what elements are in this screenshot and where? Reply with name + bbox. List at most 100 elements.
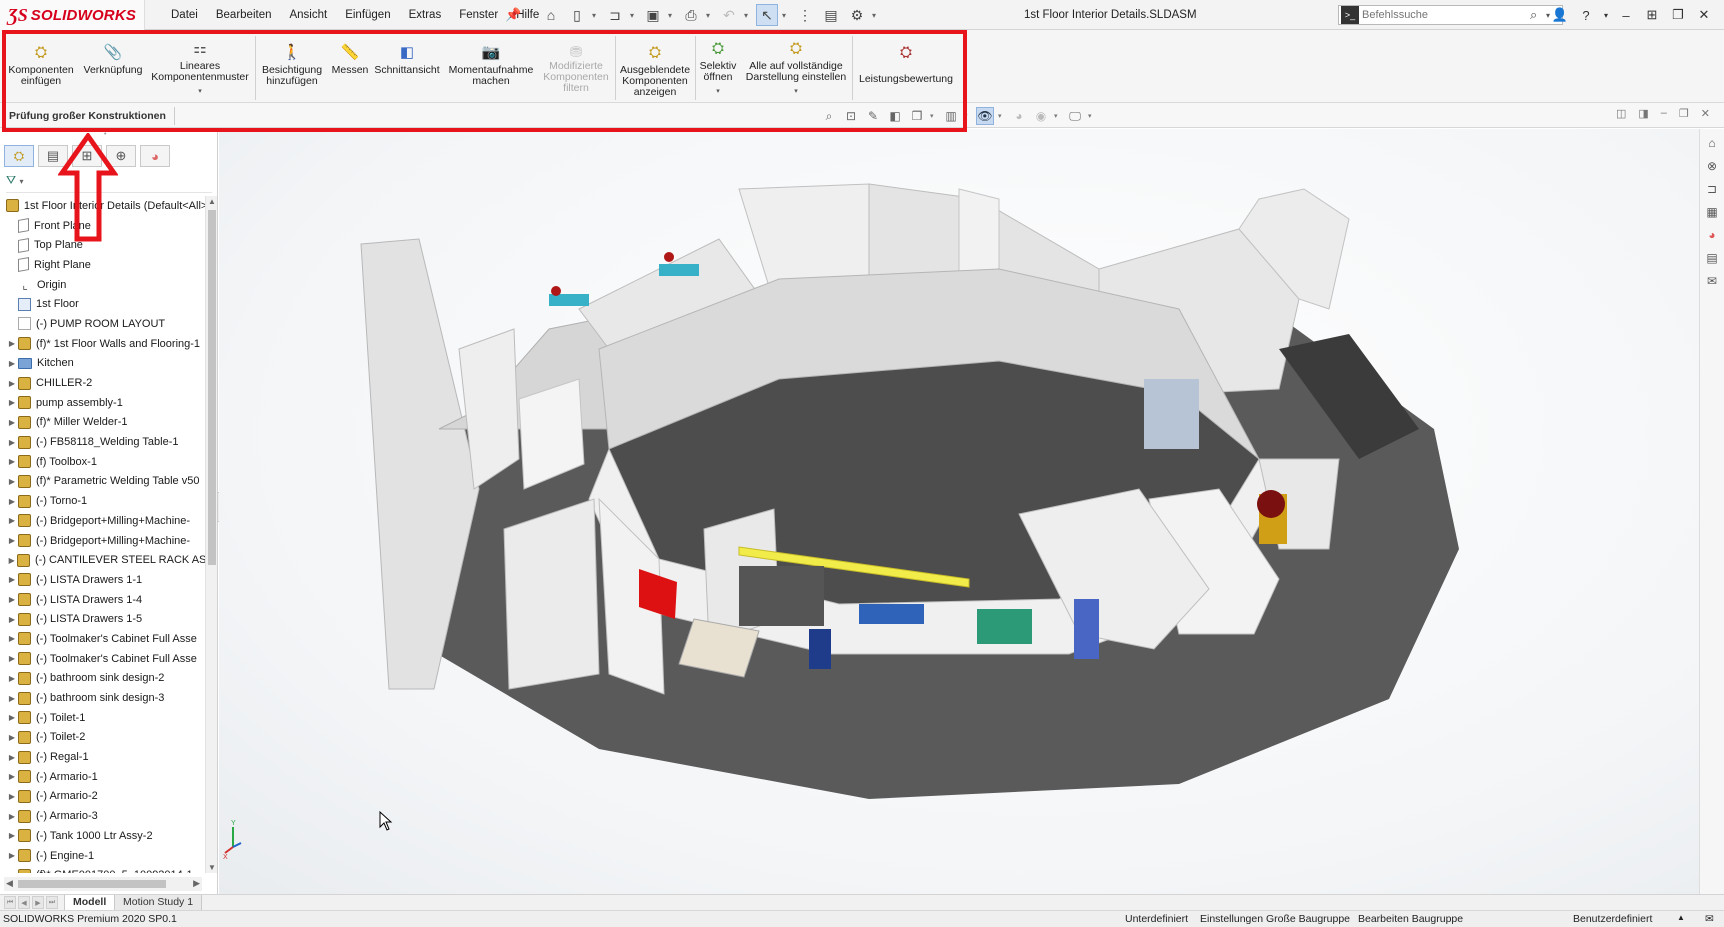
undo-icon[interactable]: ↶ (718, 4, 740, 26)
restore-icon[interactable]: ❐ (1668, 5, 1688, 25)
chevron-down-icon[interactable]: ▾ (1054, 112, 1062, 120)
expand-arrow-icon[interactable]: ▶ (6, 674, 18, 683)
hide-show-items-icon[interactable]: 👁 (976, 107, 994, 125)
close-icon[interactable]: ✕ (1701, 107, 1710, 120)
tree-item[interactable]: ▶ (f)* Miller Welder-1 (0, 413, 206, 433)
expand-arrow-icon[interactable]: ▶ (6, 772, 18, 781)
status-units[interactable]: Benutzerdefiniert (1573, 913, 1652, 925)
tree-item[interactable]: ▶ (-) Toilet-2 (0, 728, 206, 748)
appearances-icon[interactable]: ◕ (1703, 226, 1721, 244)
traffic-light-icon[interactable]: ⋮ (794, 4, 816, 26)
feature-manager-tree-icon[interactable]: ⛭ (4, 145, 34, 167)
edit-appearance-icon[interactable]: ◕ (1010, 107, 1028, 125)
tree-item[interactable]: Right Plane (0, 255, 206, 275)
chevron-down-icon[interactable]: ▾ (782, 11, 790, 20)
expand-arrow-icon[interactable]: ▶ (6, 497, 18, 506)
logo-area[interactable]: ƷS SOLIDWORKS (0, 0, 145, 30)
view-settings-icon[interactable]: 🖵 (1066, 107, 1084, 125)
print-icon[interactable]: ⎙ (680, 4, 702, 26)
expand-arrow-icon[interactable]: ▶ (6, 634, 18, 643)
tree-item[interactable]: ▶ (-) Engine-1 (0, 846, 206, 866)
tree-item[interactable]: (-) PUMP ROOM LAYOUT (0, 314, 206, 334)
chevron-up-icon[interactable]: ▲ (1677, 913, 1685, 922)
expand-arrow-icon[interactable]: ▶ (6, 339, 18, 348)
scroll-up-icon[interactable]: ▲ (208, 197, 216, 206)
forum-icon[interactable]: ✉ (1703, 272, 1721, 290)
search-input[interactable] (1362, 9, 1530, 21)
tree-item[interactable]: ▶ (-) Torno-1 (0, 491, 206, 511)
scroll-right-icon[interactable]: ▶ (193, 878, 200, 889)
file-properties-icon[interactable]: ▤ (820, 4, 842, 26)
tree-item[interactable]: ▶ (-) FB58118_Welding Table-1 (0, 432, 206, 452)
user-icon[interactable]: 👤 (1550, 5, 1570, 25)
graphics-area[interactable]: Y X (219, 129, 1699, 894)
view-palette-icon[interactable]: ▦ (1703, 203, 1721, 221)
next-tab-icon[interactable]: ▶ (32, 896, 44, 909)
status-large-assembly[interactable]: Einstellungen Große Baugruppe (1200, 913, 1350, 925)
expand-arrow-icon[interactable]: ▶ (6, 753, 18, 762)
menu-view[interactable]: Ansicht (280, 0, 336, 30)
chevron-down-icon[interactable]: ▾ (1602, 5, 1610, 25)
close-icon[interactable]: ✕ (1694, 5, 1714, 25)
options-gear-icon[interactable]: ⚙ (846, 4, 868, 26)
tree-item[interactable]: ▶ (-) Bridgeport+Milling+Machine- (0, 531, 206, 551)
expand-arrow-icon[interactable]: ▶ (6, 615, 18, 624)
tree-item[interactable]: ▶ (-) CANTILEVER STEEL RACK ASS (0, 550, 206, 570)
home-icon[interactable]: ⌂ (540, 4, 562, 26)
expand-arrow-icon[interactable]: ▶ (6, 871, 18, 873)
last-tab-icon[interactable]: ⏭ (46, 896, 58, 909)
tree-item[interactable]: ▶ (-) bathroom sink design-2 (0, 669, 206, 689)
chevron-down-icon[interactable]: ▾ (872, 11, 880, 20)
tree-item[interactable]: ▶ (-) Bridgeport+Milling+Machine- (0, 511, 206, 531)
file-explorer-icon[interactable]: ⊐ (1703, 180, 1721, 198)
minimize-icon[interactable]: – (1661, 107, 1667, 120)
solidworks-logo[interactable]: ƷS SOLIDWORKS (8, 3, 138, 27)
tree-item[interactable]: ▶ Kitchen (0, 354, 206, 374)
menu-insert[interactable]: Einfügen (336, 0, 399, 30)
tree-item[interactable]: ▶ pump assembly-1 (0, 393, 206, 413)
expand-arrow-icon[interactable]: ▶ (6, 595, 18, 604)
tree-item[interactable]: ⌞ Origin (0, 275, 206, 295)
expand-arrow-icon[interactable]: ▶ (6, 398, 18, 407)
tree-item[interactable]: ▶ CHILLER-2 (0, 373, 206, 393)
expand-arrow-icon[interactable]: ▶ (6, 457, 18, 466)
split-left-icon[interactable]: ◫ (1616, 107, 1626, 120)
tab-motion-study[interactable]: Motion Study 1 (114, 895, 203, 911)
minimize-icon[interactable]: – (1616, 5, 1636, 25)
expand-arrow-icon[interactable]: ▶ (6, 713, 18, 722)
tree-item[interactable]: ▶ (-) Toolmaker's Cabinet Full Asse (0, 629, 206, 649)
command-search[interactable]: >_ ⌕ ▾ (1338, 5, 1563, 25)
expand-arrow-icon[interactable]: ▶ (6, 694, 18, 703)
scrollbar-thumb[interactable] (18, 880, 166, 888)
home-icon[interactable]: ⌂ (1703, 134, 1721, 152)
chevron-down-icon[interactable]: ▾ (998, 112, 1006, 120)
prev-tab-icon[interactable]: ◀ (18, 896, 30, 909)
tree-item[interactable]: ▶ (-) bathroom sink design-3 (0, 688, 206, 708)
chevron-down-icon[interactable]: ▾ (744, 11, 752, 20)
horizontal-scrollbar[interactable]: ◀ ▶ (4, 877, 202, 891)
expand-arrow-icon[interactable]: ▶ (6, 477, 18, 486)
scroll-left-icon[interactable]: ◀ (6, 878, 13, 889)
first-tab-icon[interactable]: ⏮ (4, 896, 16, 909)
expand-arrow-icon[interactable]: ▶ (6, 831, 18, 840)
expand-arrow-icon[interactable]: ▶ (6, 792, 18, 801)
tree-item[interactable]: ▶ (-) LISTA Drawers 1-5 (0, 609, 206, 629)
menu-window[interactable]: Fenster (450, 0, 507, 30)
filter-funnel-icon[interactable]: ⛛ (6, 173, 16, 187)
design-library-icon[interactable]: ⊗ (1703, 157, 1721, 175)
display-manager-icon[interactable]: ◕ (140, 145, 170, 167)
tree-item[interactable]: ▶ (f)* Parametric Welding Table v50 (0, 472, 206, 492)
scroll-down-icon[interactable]: ▼ (208, 863, 216, 872)
chevron-down-icon[interactable]: ▾ (630, 11, 638, 20)
restore-icon[interactable]: ❐ (1679, 107, 1689, 120)
expand-arrow-icon[interactable]: ▶ (6, 575, 18, 584)
tree-item[interactable]: ▶ (-) Armario-3 (0, 806, 206, 826)
pin-menu-icon[interactable]: 📌 (505, 7, 521, 23)
open-folder-icon[interactable]: ⊐ (604, 4, 626, 26)
expand-arrow-icon[interactable]: ▶ (6, 418, 18, 427)
assembly-3d-render[interactable] (219, 129, 1699, 894)
tab-model[interactable]: Modell (64, 895, 116, 911)
apply-scene-icon[interactable]: ◉ (1032, 107, 1050, 125)
tree-item[interactable]: ▶ (-) LISTA Drawers 1-1 (0, 570, 206, 590)
menu-tools[interactable]: Extras (400, 0, 451, 30)
